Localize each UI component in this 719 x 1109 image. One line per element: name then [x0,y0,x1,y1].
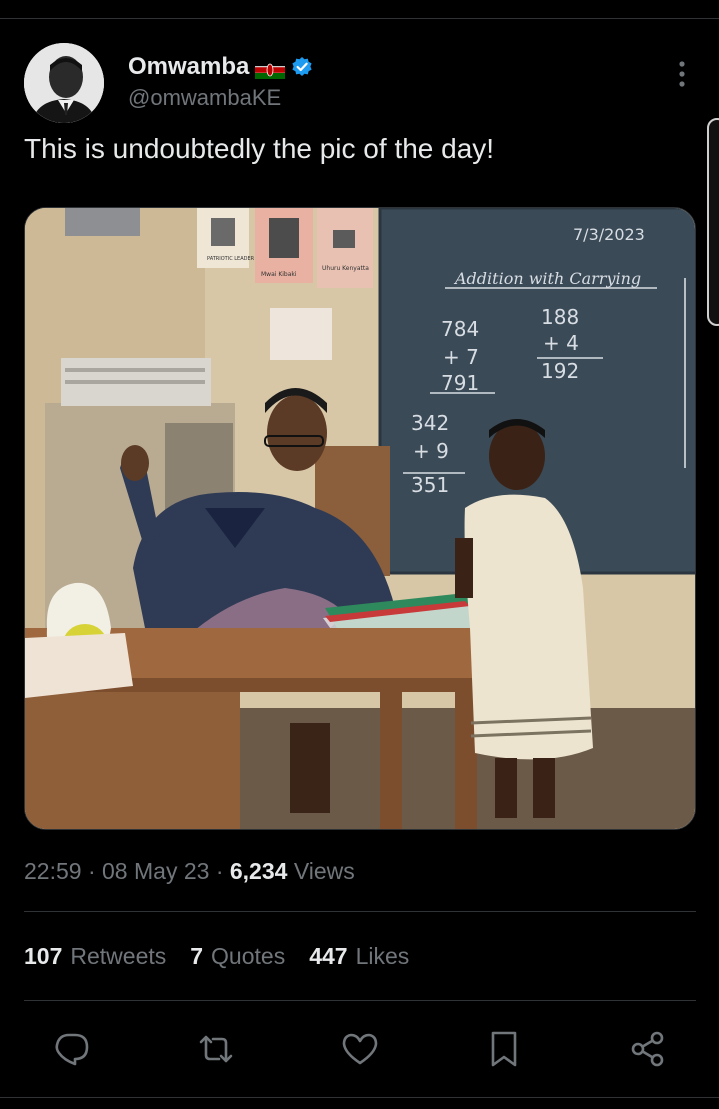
sum1-total: 791 [441,371,479,395]
views-count: 6,234 [229,858,288,884]
sum3-total: 351 [411,473,449,497]
bookmark-icon [491,1031,517,1067]
tweet-header: Omwamba @omwambaKE [24,43,704,123]
sum2-total: 192 [541,359,579,383]
sum1-a: 784 [441,317,479,341]
stats-divider-bottom [24,1000,696,1001]
sum2-a: 188 [541,305,579,329]
kenya-flag-icon [255,58,286,79]
tweet-text: This is undoubtedly the pic of the day! [24,133,495,164]
author-display-name[interactable]: Omwamba [128,53,249,81]
sum3-a: 342 [411,411,449,435]
sum3-b: + 9 [413,439,449,463]
poster-label-3: Uhuru Kenyatta [322,265,369,272]
sum1-b: + 7 [443,345,479,369]
reply-button[interactable] [48,1025,96,1073]
top-divider [0,18,719,19]
tweet-time[interactable]: 22:59 [24,858,82,884]
retweets-stat[interactable]: 107 Retweets [24,943,166,970]
tweet-date[interactable]: 08 May 23 [102,858,209,884]
likes-label: Likes [355,943,410,969]
board-title: Addition with Carrying [453,269,641,288]
action-bar [0,1025,719,1075]
meta-separator: · [87,858,96,884]
tweet-meta: 22:59 · 08 May 23 · 6,234 Views [24,858,355,885]
heart-icon [342,1033,378,1065]
share-icon [631,1031,664,1067]
quotes-label: Quotes [211,943,286,969]
retweet-button[interactable] [192,1025,240,1073]
bottom-divider [0,1097,719,1098]
tweet-stats: 107 Retweets 7 Quotes 447 Likes [24,943,409,970]
retweets-label: Retweets [70,943,167,969]
bookmark-button[interactable] [480,1025,528,1073]
poster-label-2: Mwai Kibaki [261,271,297,278]
stats-divider-top [24,911,696,912]
likes-stat[interactable]: 447 Likes [309,943,409,970]
scroll-handle[interactable] [707,118,719,326]
verified-badge-icon [291,56,313,78]
meta-separator-2: · [215,858,224,884]
more-options-icon[interactable] [676,59,688,89]
tweet-photo[interactable]: PATRIOTIC LEADER Mwai Kibaki Uhuru Kenya… [24,207,696,830]
reply-icon [55,1033,89,1066]
quotes-count: 7 [190,943,204,969]
sum2-b: + 4 [543,331,579,355]
board-date: 7/3/2023 [573,225,645,244]
author-names: Omwamba @omwambaKE [128,53,313,111]
author-display-name-row[interactable]: Omwamba [128,53,313,81]
like-button[interactable] [336,1025,384,1073]
likes-count: 447 [309,943,348,969]
quotes-stat[interactable]: 7 Quotes [190,943,285,970]
author-handle[interactable]: @omwambaKE [128,85,313,111]
views-label: Views [293,858,355,884]
avatar[interactable] [24,43,104,123]
poster-label-1: PATRIOTIC LEADER [207,256,255,262]
share-button[interactable] [624,1025,672,1073]
retweets-count: 107 [24,943,63,969]
retweet-icon [199,1035,233,1063]
